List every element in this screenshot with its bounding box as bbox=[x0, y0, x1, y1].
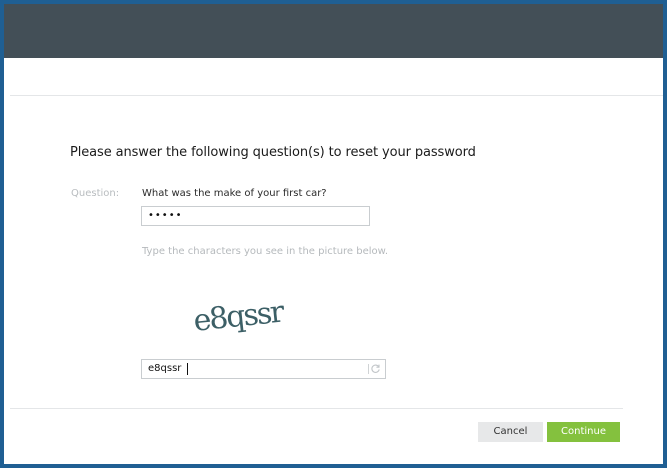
reset-password-window: Please answer the following question(s) … bbox=[0, 0, 667, 468]
header-divider bbox=[10, 95, 663, 96]
refresh-separator bbox=[368, 364, 369, 374]
top-header-bar bbox=[4, 4, 663, 58]
question-label: Question: bbox=[71, 188, 120, 199]
continue-button[interactable]: Continue bbox=[547, 422, 620, 442]
captcha-image: e8qssr bbox=[192, 294, 287, 338]
captcha-hint-text: Type the characters you see in the pictu… bbox=[142, 246, 389, 257]
security-question-text: What was the make of your first car? bbox=[142, 188, 327, 199]
page-title: Please answer the following question(s) … bbox=[70, 145, 476, 160]
security-answer-field[interactable]: ••••• bbox=[141, 206, 370, 226]
cancel-button[interactable]: Cancel bbox=[478, 422, 543, 442]
text-cursor bbox=[187, 363, 188, 375]
captcha-input-field[interactable]: e8qssr bbox=[141, 359, 386, 379]
captcha-input-value: e8qssr bbox=[148, 363, 182, 374]
refresh-icon[interactable] bbox=[370, 363, 381, 374]
captcha-image-text: e8qssr bbox=[192, 294, 287, 338]
footer-divider bbox=[10, 408, 623, 409]
